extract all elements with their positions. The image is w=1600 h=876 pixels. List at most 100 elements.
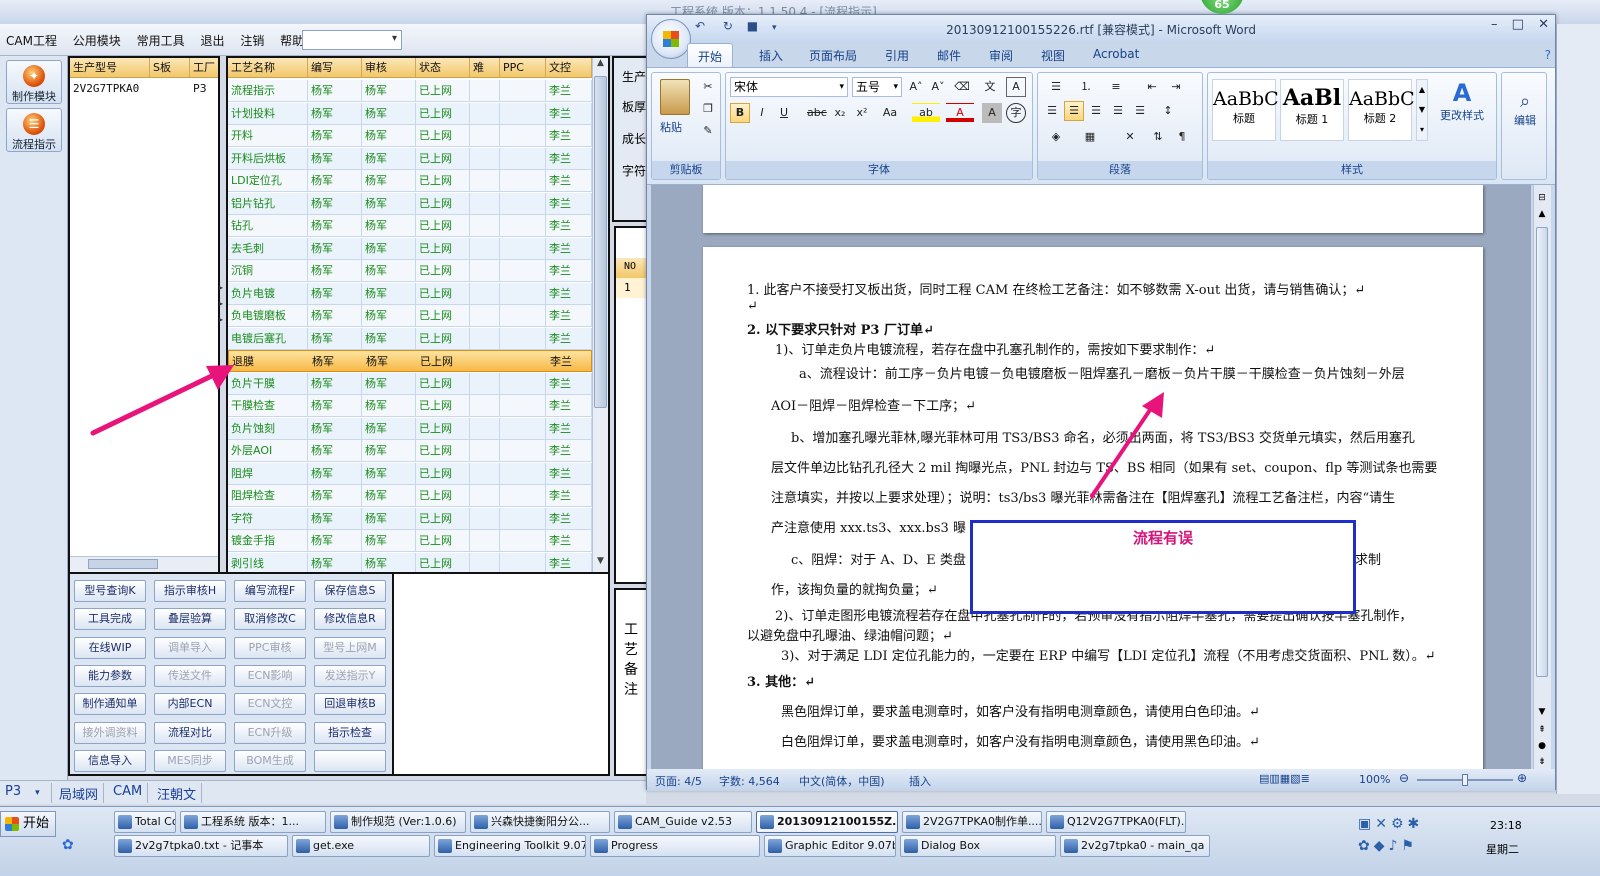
shrink-font-icon[interactable]: A˅ <box>928 77 948 97</box>
word-vertical-scrollbar[interactable]: ⊟ ▲ ▼ ⇞ ● ⇟ <box>1533 185 1551 769</box>
process-grid-vscrollbar[interactable]: ▲ ▼ <box>592 58 608 572</box>
factory-select[interactable]: P3 ▾ <box>0 783 52 803</box>
align-center-icon[interactable]: ☰ <box>1064 101 1084 121</box>
process-row[interactable]: 干膜检查 杨军 杨军 已上网 李兰 <box>228 395 592 417</box>
action-button[interactable]: 型号上网M <box>314 636 386 659</box>
change-case-icon[interactable]: Aa <box>876 103 904 123</box>
sort-icon[interactable]: ⇅ <box>1148 127 1168 147</box>
model-grid-hscroll-thumb[interactable] <box>88 559 158 569</box>
process-row[interactable]: 开料后烘板 杨军 杨军 已上网 李兰 <box>228 147 592 170</box>
action-button[interactable]: 工具完成 <box>74 608 146 631</box>
increase-indent-icon[interactable]: ⇥ <box>1166 77 1186 97</box>
borders-icon[interactable]: ▦ <box>1076 127 1104 147</box>
zoom-slider[interactable] <box>1417 774 1513 786</box>
process-col-header[interactable]: 工艺名称 <box>228 58 308 78</box>
start-button[interactable]: 开始 <box>0 811 56 837</box>
process-row-selected[interactable]: 退膜 杨军 杨军 已上网 李兰 <box>228 350 592 372</box>
taskbar-button[interactable]: Dialog Box <box>900 835 1056 857</box>
taskbar-button[interactable]: 兴森快捷衡阳分公... <box>470 811 610 833</box>
taskbar-button[interactable]: get.exe <box>292 835 430 857</box>
zoom-in-icon[interactable]: ⊕ <box>1517 771 1527 785</box>
styles-scroll[interactable]: ▲ ▼ ▾ <box>1416 79 1428 141</box>
enclose-char-icon[interactable]: 字 <box>1006 103 1026 123</box>
process-col-header[interactable]: 难 <box>470 58 500 78</box>
word-scroll-thumb[interactable] <box>1536 227 1548 677</box>
highlight-icon[interactable]: ab <box>912 103 940 123</box>
save-icon[interactable]: ■ <box>747 19 758 33</box>
line-spacing-icon[interactable]: ↕ <box>1154 101 1182 121</box>
zoom-out-icon[interactable]: ⊖ <box>1399 771 1409 785</box>
taskbar-button[interactable]: Engineering Toolkit 9.07... <box>434 835 586 857</box>
select-browse-icon[interactable]: ● <box>1536 741 1548 751</box>
ribbon-tab[interactable]: 引用 <box>885 47 909 64</box>
scroll-down-icon[interactable]: ▼ <box>593 556 608 572</box>
format-painter-icon[interactable]: ✎ <box>698 121 718 141</box>
action-button[interactable]: 叠层验算 <box>154 608 226 631</box>
phonetic-guide-icon[interactable]: 文 <box>980 77 1000 97</box>
process-row[interactable]: 外层AOI 杨军 杨军 已上网 李兰 <box>228 440 592 462</box>
no-table-cell[interactable]: 1 <box>616 278 646 298</box>
taskbar-button[interactable]: 20130912100155Z... <box>756 811 898 833</box>
char-border-icon[interactable]: A <box>1006 77 1026 97</box>
font-color-icon[interactable]: A <box>946 103 974 123</box>
process-col-header[interactable]: 编写 <box>308 58 362 78</box>
process-row[interactable]: 电镀后塞孔 杨军 杨军 已上网 李兰 <box>228 327 592 350</box>
taskbar-button[interactable]: 2V2G7TPKA0制作单.... <box>902 811 1042 833</box>
scroll-up-icon[interactable]: ▲ <box>593 58 608 74</box>
bold-icon[interactable]: B <box>730 103 750 123</box>
process-col-header[interactable]: PPC <box>500 58 546 78</box>
clock[interactable]: 23:18 <box>1490 819 1522 832</box>
process-row[interactable]: 负片电镀 杨军 杨军 已上网 李兰 <box>228 282 592 305</box>
model-col-header[interactable]: S板 <box>150 58 190 78</box>
menu-common-modules[interactable]: 公用模块 <box>67 24 127 49</box>
process-row[interactable]: 剥引线 杨军 杨军 已上网 李兰 <box>228 552 592 572</box>
menu-exit[interactable]: 退出 <box>194 24 230 49</box>
menu-cam-project[interactable]: CAM工程 <box>0 24 63 49</box>
ribbon-tab[interactable]: 视图 <box>1041 47 1065 64</box>
numbering-icon[interactable]: ⒈ <box>1072 77 1100 97</box>
process-row[interactable]: 负电镀磨板 杨军 杨军 已上网 李兰 <box>228 305 592 327</box>
taskbar-button[interactable]: 工程系统 版本：1... <box>180 811 326 833</box>
action-button[interactable]: 信息导入 <box>74 749 146 772</box>
paste-icon[interactable] <box>660 79 690 115</box>
style-heading-2[interactable]: AaBbC 标题 2 <box>1348 79 1415 141</box>
action-button[interactable]: 调单导入 <box>154 636 226 659</box>
ribbon-tab[interactable]: 开始 <box>687 43 734 69</box>
process-col-header[interactable]: 状态 <box>416 58 470 78</box>
process-row[interactable]: 开料 杨军 杨军 已上网 李兰 <box>228 125 592 147</box>
process-row[interactable]: 阻焊检查 杨军 杨军 已上网 李兰 <box>228 485 592 507</box>
process-row[interactable]: 沉铜 杨军 杨军 已上网 李兰 <box>228 260 592 282</box>
process-row[interactable]: 铝片钻孔 杨军 杨军 已上网 李兰 <box>228 192 592 215</box>
prev-page-icon[interactable]: ⇞ <box>1536 725 1548 735</box>
action-button[interactable]: 指示检查 <box>314 721 386 744</box>
ribbon-tab[interactable]: 页面布局 <box>809 47 857 64</box>
ribbon-tab[interactable]: Acrobat <box>1093 47 1139 61</box>
action-button[interactable]: 取消修改C <box>234 608 306 631</box>
multilevel-list-icon[interactable]: ≡ <box>1102 77 1130 97</box>
cut-icon[interactable]: ✂ <box>698 77 718 97</box>
maximize-icon[interactable]: □ <box>1512 17 1524 32</box>
menu-common-tools[interactable]: 常用工具 <box>131 24 191 49</box>
editing-button[interactable]: ⌕ 编辑 <box>1508 91 1542 128</box>
taskbar-button[interactable]: CAM_Guide v2.53 <box>614 811 752 833</box>
font-size-combo[interactable]: 五号 ▾ <box>852 77 902 97</box>
process-row[interactable]: 负片干膜 杨军 杨军 已上网 李兰 <box>228 372 592 395</box>
action-button[interactable]: PPC审核 <box>234 636 306 659</box>
font-name-combo[interactable]: 宋体 ▾ <box>730 77 848 97</box>
status-page[interactable]: 页面: 4/5 <box>655 773 702 789</box>
distributed-icon[interactable]: ☰ <box>1130 101 1150 121</box>
redo-icon[interactable]: ↻ <box>723 19 733 33</box>
style-heading-1[interactable]: AaBl 标题 1 <box>1280 79 1344 141</box>
bullets-icon[interactable]: ☰ <box>1042 77 1070 97</box>
taskbar-button[interactable]: Progress <box>590 835 760 857</box>
taskbar-button[interactable]: Total Commander 7.0 ... <box>114 811 176 833</box>
paste-label[interactable]: 粘贴 <box>660 119 682 135</box>
action-button[interactable]: 内部ECN <box>154 693 226 716</box>
process-row[interactable]: 字符 杨军 杨军 已上网 李兰 <box>228 507 592 530</box>
action-button[interactable]: 流程对比 <box>154 721 226 744</box>
action-button[interactable]: MES同步 <box>154 749 226 772</box>
show-marks-icon[interactable]: ¶ <box>1172 127 1192 147</box>
action-button[interactable] <box>314 749 386 772</box>
bottom-tab-user[interactable]: 汪朝文 <box>152 783 203 803</box>
underline-icon[interactable]: U <box>774 103 794 123</box>
